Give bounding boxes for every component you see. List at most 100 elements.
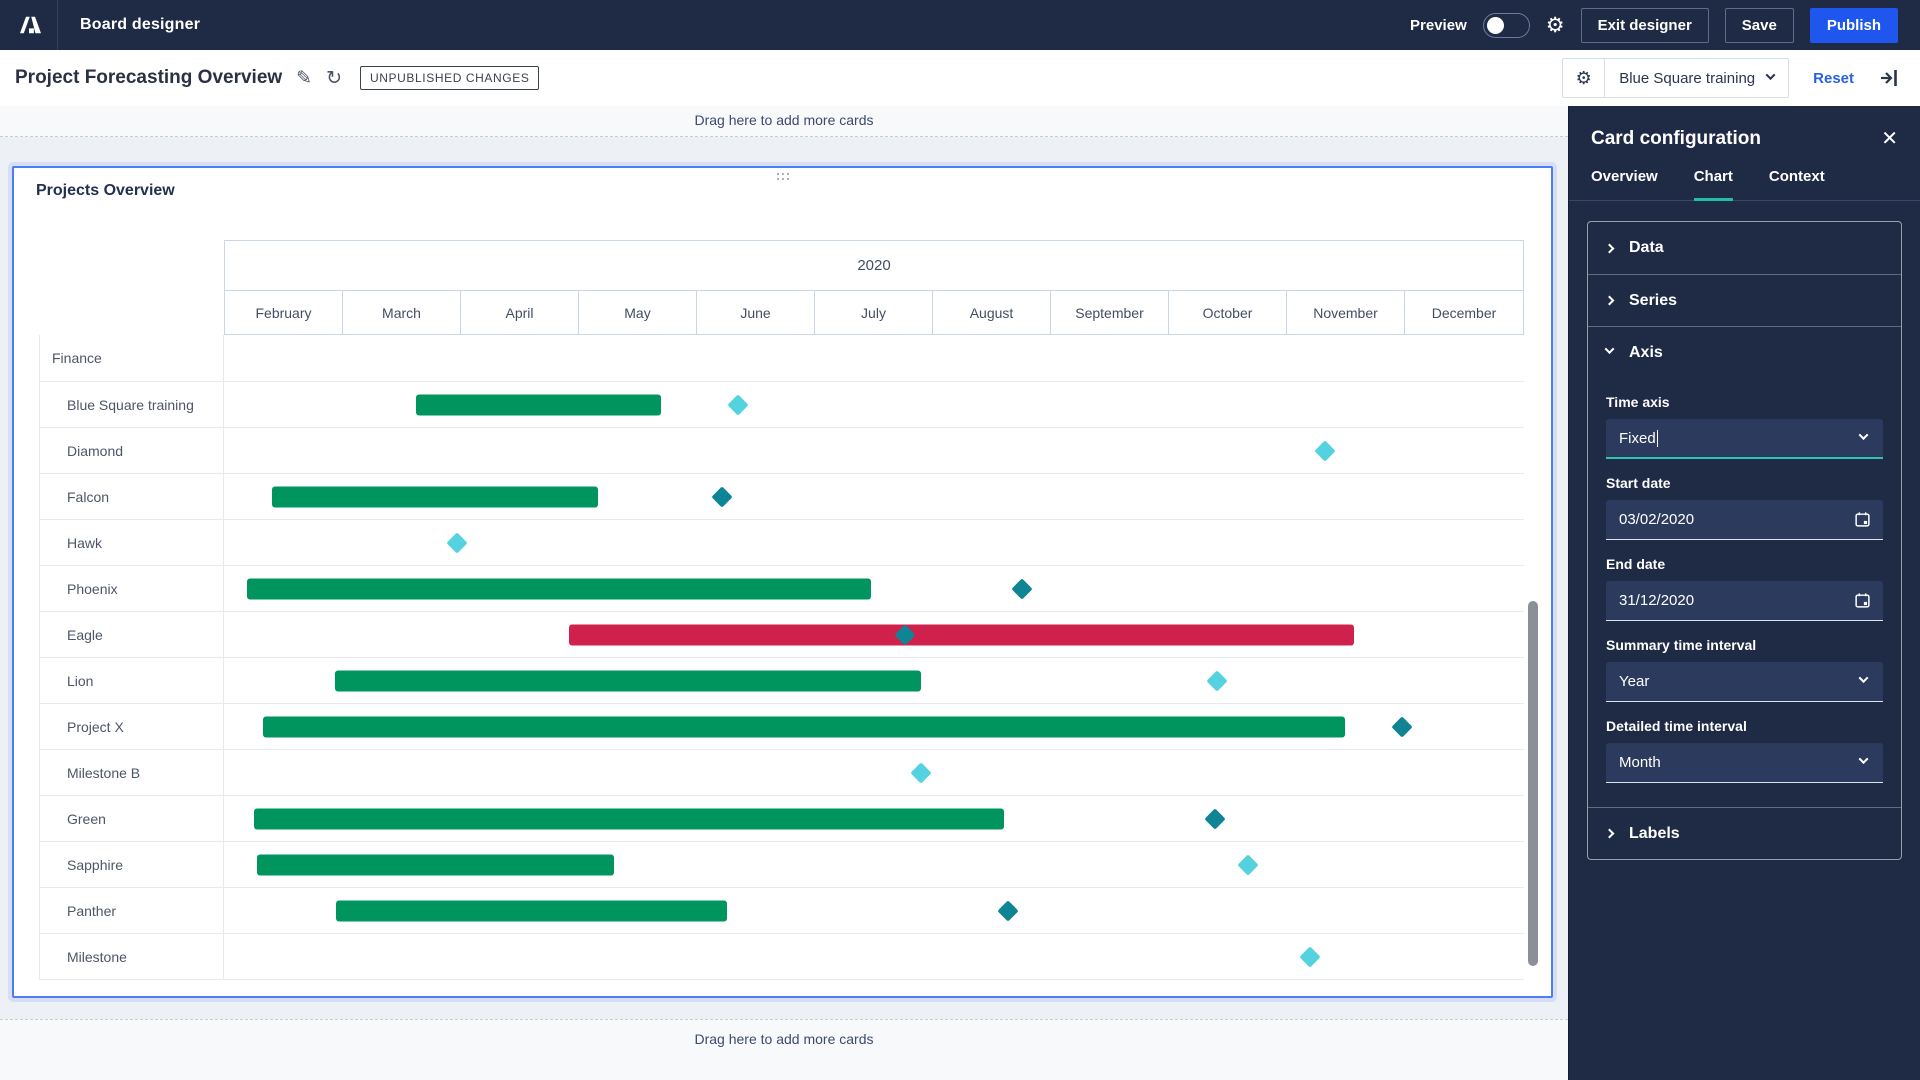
dropzone-top[interactable]: Drag here to add more cards xyxy=(0,106,1568,137)
gantt-row-track xyxy=(224,382,1524,427)
summary-interval-label: Summary time interval xyxy=(1606,637,1757,653)
exit-designer-button[interactable]: Exit designer xyxy=(1580,7,1709,43)
gantt-row: Phoenix xyxy=(39,565,1524,611)
vertical-scrollbar[interactable] xyxy=(1528,601,1538,966)
chevron-right-icon xyxy=(1604,295,1615,306)
gantt-bar[interactable] xyxy=(256,854,614,875)
gantt-bar[interactable] xyxy=(568,624,1354,645)
card-title: Projects Overview xyxy=(36,182,175,199)
start-date-input[interactable]: 03/02/2020 xyxy=(1606,500,1883,540)
section-labels[interactable]: Labels xyxy=(1588,807,1901,859)
gantt-bar[interactable] xyxy=(263,716,1345,737)
milestone-diamond[interactable] xyxy=(997,899,1019,922)
gantt-row-label: Lion xyxy=(39,658,224,703)
detailed-interval-select[interactable]: Month xyxy=(1606,743,1883,783)
toggle-knob xyxy=(1486,16,1504,34)
board-area: Drag here to add more cards Projects Ove… xyxy=(0,106,1568,1080)
tab-overview[interactable]: Overview xyxy=(1591,168,1658,201)
milestone-diamond[interactable] xyxy=(1011,577,1033,600)
preview-toggle[interactable] xyxy=(1482,12,1530,38)
gantt-row-label: Phoenix xyxy=(39,566,224,611)
gantt-bar[interactable] xyxy=(253,808,1004,829)
save-button[interactable]: Save xyxy=(1724,7,1794,43)
summary-interval-select[interactable]: Year xyxy=(1606,662,1883,702)
gantt-row-track xyxy=(224,566,1524,611)
context-gear-icon[interactable]: ⚙ xyxy=(1563,59,1606,97)
gantt-bar[interactable] xyxy=(247,578,872,599)
gantt-chart: 2020 February March April May June July August… xyxy=(39,240,1524,980)
chevron-down-icon xyxy=(1858,429,1869,440)
top-app-bar: Board designer Preview ⚙ Exit designer S… xyxy=(0,0,1920,50)
settings-gear-icon[interactable]: ⚙ xyxy=(1546,15,1565,36)
milestone-diamond[interactable] xyxy=(1391,715,1413,738)
edit-pencil-icon[interactable]: ✎ xyxy=(296,67,312,90)
chevron-down-icon xyxy=(1858,673,1869,684)
milestone-diamond[interactable] xyxy=(1206,669,1228,692)
reset-link[interactable]: Reset xyxy=(1813,70,1854,87)
detailed-interval-label: Detailed time interval xyxy=(1606,718,1747,734)
gantt-row-track xyxy=(224,888,1524,933)
milestone-diamond[interactable] xyxy=(446,531,468,554)
section-data[interactable]: Data xyxy=(1588,222,1901,274)
panel-title: Card configuration xyxy=(1591,128,1761,149)
month-cell: March xyxy=(343,291,461,334)
projects-overview-card[interactable]: Projects Overview 2020 February March Apri… xyxy=(12,166,1553,998)
context-selector-value: Blue Square training xyxy=(1619,69,1756,87)
end-date-input[interactable]: 31/12/2020 xyxy=(1606,581,1883,621)
gantt-row: Hawk xyxy=(39,519,1524,565)
tab-chart[interactable]: Chart xyxy=(1693,168,1733,201)
section-series[interactable]: Series xyxy=(1588,274,1901,326)
gantt-row-track xyxy=(224,704,1524,749)
close-icon[interactable]: ✕ xyxy=(1881,129,1898,149)
refresh-sync-icon[interactable]: ↻ xyxy=(326,67,342,90)
gantt-row: Falcon xyxy=(39,473,1524,519)
board-canvas: Projects Overview 2020 February March Apri… xyxy=(0,137,1568,1019)
milestone-diamond[interactable] xyxy=(1203,807,1226,830)
collapse-panel-icon[interactable] xyxy=(1878,67,1900,89)
chevron-right-icon xyxy=(1604,828,1615,839)
gantt-row-label: Finance xyxy=(39,335,224,381)
card-configuration-panel: Card configuration ✕ Overview Chart Contex… xyxy=(1568,106,1920,1080)
anaplan-logo[interactable] xyxy=(0,0,58,50)
milestone-diamond[interactable] xyxy=(1237,853,1259,876)
config-sections: Data Series Axis Time axis Fixed Start d… xyxy=(1587,221,1902,860)
milestone-diamond[interactable] xyxy=(711,485,733,508)
gantt-row: Blue Square training xyxy=(39,381,1524,427)
year-band: 2020 xyxy=(224,240,1524,291)
gantt-row: Finance xyxy=(39,335,1524,381)
publish-button[interactable]: Publish xyxy=(1809,7,1898,43)
gantt-row: Diamond xyxy=(39,427,1524,473)
unpublished-changes-badge: UNPUBLISHED CHANGES xyxy=(360,66,540,90)
month-cell: April xyxy=(461,291,579,334)
gantt-row: Milestone B xyxy=(39,749,1524,795)
time-axis-label: Time axis xyxy=(1606,394,1670,410)
milestone-diamond[interactable] xyxy=(1298,945,1321,968)
gantt-row-track xyxy=(224,612,1524,657)
gantt-bar[interactable] xyxy=(272,486,599,507)
milestone-diamond[interactable] xyxy=(726,393,749,416)
gantt-bar[interactable] xyxy=(416,394,661,415)
month-cell: September xyxy=(1051,291,1169,334)
anaplan-logo-icon xyxy=(19,16,41,34)
dropzone-bottom[interactable]: Drag here to add more cards xyxy=(0,1019,1568,1080)
milestone-diamond[interactable] xyxy=(910,761,932,784)
calendar-icon[interactable] xyxy=(1854,592,1871,609)
card-drag-handle-icon[interactable] xyxy=(776,172,790,181)
time-axis-select[interactable]: Fixed xyxy=(1606,419,1883,459)
gantt-bar[interactable] xyxy=(334,670,921,691)
month-cell: December xyxy=(1431,304,1497,321)
gantt-row-track xyxy=(224,520,1524,565)
gantt-row-label: Falcon xyxy=(39,474,224,519)
gantt-row: Milestone xyxy=(39,933,1524,979)
start-date-label: Start date xyxy=(1606,475,1671,491)
gantt-row: Project X xyxy=(39,703,1524,749)
context-selector[interactable]: ⚙ Blue Square training xyxy=(1562,58,1790,98)
gantt-row-track xyxy=(224,428,1524,473)
milestone-diamond[interactable] xyxy=(1314,439,1336,462)
month-cell: August xyxy=(933,291,1051,334)
section-axis[interactable]: Axis xyxy=(1588,326,1901,378)
calendar-icon[interactable] xyxy=(1854,511,1871,528)
month-cell: November xyxy=(1287,291,1405,334)
tab-context[interactable]: Context xyxy=(1769,168,1825,201)
gantt-bar[interactable] xyxy=(335,900,728,921)
